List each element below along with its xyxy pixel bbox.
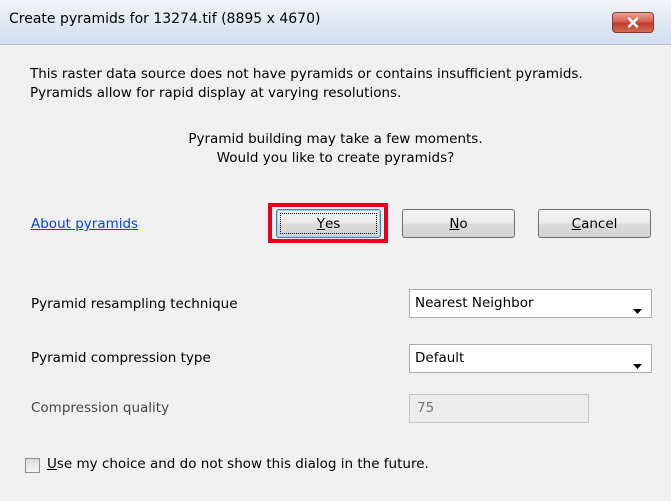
- info-message: This raster data source does not have py…: [30, 65, 670, 103]
- about-pyramids-link[interactable]: About pyramids: [31, 216, 138, 232]
- no-label-rest: o: [459, 215, 468, 232]
- title-bar[interactable]: Create pyramids for 13274.tif (8895 x 46…: [0, 0, 671, 45]
- dont-show-again-label[interactable]: Use my choice and do not show this dialo…: [47, 456, 429, 472]
- close-button[interactable]: [612, 12, 654, 33]
- quality-input[interactable]: 75: [409, 394, 589, 423]
- create-pyramids-dialog: Create pyramids for 13274.tif (8895 x 46…: [0, 0, 671, 501]
- resampling-dropdown[interactable]: Nearest Neighbor: [409, 289, 652, 318]
- info-line-2: Pyramids allow for rapid display at vary…: [30, 85, 402, 101]
- cancel-label-rest: ancel: [581, 215, 618, 232]
- dont-show-again-checkbox[interactable]: [25, 458, 40, 473]
- chevron-down-icon: [633, 302, 642, 318]
- chevron-down-icon: [633, 357, 642, 373]
- prompt-line-1: Pyramid building may take a few moments.: [188, 131, 483, 147]
- window-title: Create pyramids for 13274.tif (8895 x 46…: [9, 11, 321, 27]
- compression-value: Default: [415, 350, 465, 366]
- resampling-value: Nearest Neighbor: [415, 295, 534, 311]
- yes-button[interactable]: Yes: [276, 209, 381, 238]
- compression-dropdown[interactable]: Default: [409, 344, 652, 373]
- dialog-bottom-edge: [0, 486, 671, 501]
- yes-label-rest: es: [324, 215, 341, 232]
- prompt-line-2: Would you like to create pyramids?: [216, 150, 455, 166]
- no-mnemonic: N: [449, 215, 460, 232]
- yes-mnemonic: Y: [316, 215, 325, 232]
- prompt-message: Pyramid building may take a few moments.…: [0, 130, 671, 168]
- cancel-button[interactable]: Cancel: [538, 209, 651, 238]
- cancel-mnemonic: C: [571, 215, 582, 232]
- close-icon: [627, 17, 639, 28]
- info-line-1: This raster data source does not have py…: [30, 66, 583, 82]
- no-button[interactable]: No: [402, 209, 515, 238]
- quality-label: Compression quality: [31, 400, 170, 416]
- checkbox-label-rest: se my choice and do not show this dialog…: [56, 456, 429, 472]
- resampling-label: Pyramid resampling technique: [31, 296, 238, 312]
- compression-label: Pyramid compression type: [31, 350, 211, 366]
- checkbox-mnemonic: U: [47, 456, 57, 472]
